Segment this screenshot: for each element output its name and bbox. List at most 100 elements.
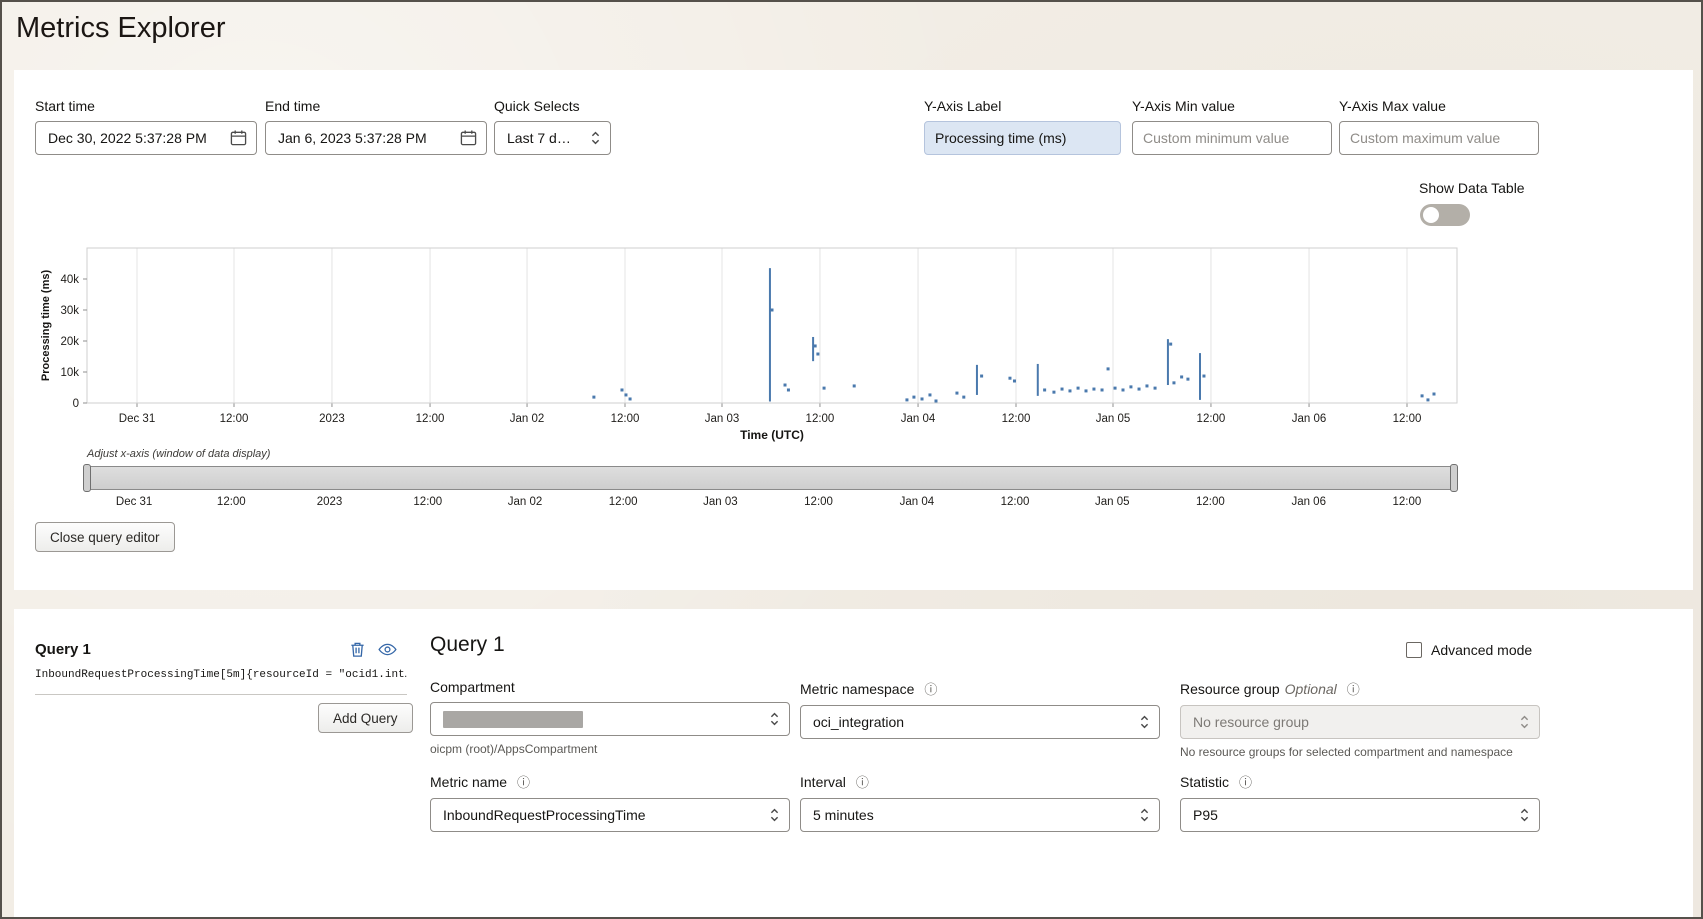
y-axis-label-input[interactable]	[924, 121, 1121, 155]
query-expression[interactable]: InboundRequestProcessingTime[5m]{resourc…	[35, 669, 407, 695]
trash-icon	[350, 642, 364, 657]
slider-tick-label: Jan 05	[1094, 496, 1130, 508]
slider-tick-label: 12:00	[804, 496, 833, 508]
svg-text:12:00: 12:00	[611, 413, 640, 425]
y-axis-max-field: Y-Axis Max value	[1339, 98, 1539, 155]
compartment-field: Compartment oicpm (root)/AppsCompartment	[430, 679, 790, 756]
eye-icon	[377, 643, 397, 655]
svg-text:0: 0	[73, 398, 79, 410]
svg-text:12:00: 12:00	[1197, 413, 1226, 425]
redacted-compartment-value	[443, 710, 583, 728]
slider-tick-label: 12:00	[1392, 496, 1422, 508]
page-title: Metrics Explorer	[16, 12, 226, 44]
info-icon[interactable]: ⓘ	[856, 772, 869, 791]
metric-name-select[interactable]: InboundRequestProcessingTime	[430, 798, 790, 832]
chevron-updown-icon	[769, 711, 780, 727]
delete-query-button[interactable]	[346, 639, 368, 659]
compartment-select[interactable]	[430, 702, 790, 736]
svg-text:12:00: 12:00	[1002, 413, 1031, 425]
metric-namespace-label: Metric namespace	[800, 681, 915, 697]
statistic-field: Statistic ⓘ P95	[1180, 772, 1540, 832]
view-query-button[interactable]	[376, 639, 398, 659]
y-axis-min-input[interactable]	[1132, 121, 1332, 155]
advanced-mode-control: Advanced mode	[1406, 642, 1532, 658]
quick-selects-label: Quick Selects	[494, 98, 580, 114]
svg-text:40k: 40k	[60, 274, 79, 286]
advanced-mode-label: Advanced mode	[1431, 642, 1533, 658]
query-list-title: Query 1	[35, 641, 91, 658]
interval-field: Interval ⓘ 5 minutes	[800, 772, 1160, 832]
svg-text:Jan 02: Jan 02	[510, 413, 545, 425]
chevron-updown-icon	[1139, 714, 1150, 730]
y-axis-label-label: Y-Axis Label	[924, 98, 1002, 114]
toggle-knob	[1423, 207, 1439, 223]
x-axis-title: Time (UTC)	[740, 428, 804, 442]
advanced-mode-checkbox[interactable]	[1406, 642, 1422, 658]
query-editor-panel: Query 1 InboundRequestProcessingTime[5m]…	[14, 609, 1693, 917]
statistic-label: Statistic	[1180, 774, 1230, 790]
metrics-explorer-page: Metrics Explorer Start time Dec 30, 2022…	[0, 0, 1703, 919]
chevron-updown-icon	[590, 130, 601, 146]
metric-name-field: Metric name ⓘ InboundRequestProcessingTi…	[430, 772, 790, 832]
x-axis-range-slider[interactable]	[83, 464, 1458, 492]
info-icon[interactable]: ⓘ	[1347, 679, 1360, 698]
end-time-label: End time	[265, 98, 321, 114]
svg-text:12:00: 12:00	[220, 413, 249, 425]
slider-left-handle[interactable]	[83, 464, 91, 492]
interval-select[interactable]: 5 minutes	[800, 798, 1160, 832]
info-icon[interactable]: ⓘ	[924, 679, 937, 698]
calendar-icon[interactable]	[230, 130, 247, 147]
chart-panel: Start time Dec 30, 2022 5:37:28 PM End t…	[14, 70, 1693, 590]
metrics-chart: Dec 31 12:00 2023 12:00 Jan 02 12:00 Jan 03 12:…	[40, 247, 1458, 425]
show-data-table-toggle[interactable]	[1420, 204, 1470, 226]
add-query-button[interactable]: Add Query	[318, 703, 413, 733]
y-axis-max-label: Y-Axis Max value	[1339, 98, 1446, 114]
calendar-icon[interactable]	[460, 130, 477, 147]
svg-text:Jan 06: Jan 06	[1292, 413, 1327, 425]
metric-namespace-select[interactable]: oci_integration	[800, 705, 1160, 739]
start-time-label: Start time	[35, 98, 95, 114]
compartment-label: Compartment	[430, 679, 515, 695]
y-axis-max-input[interactable]	[1339, 121, 1539, 155]
resource-group-label: Resource group	[1180, 681, 1280, 697]
show-data-table-label: Show Data Table	[1419, 180, 1525, 196]
resource-group-optional: Optional	[1284, 681, 1337, 697]
slider-tick-label: 12:00	[216, 496, 246, 508]
slider-tick-label: Dec 31	[115, 496, 153, 508]
slider-tick-labels: Dec 31 12:00 2023 12:00 Jan 02 12:00 Jan 03 12:…	[84, 496, 1457, 512]
svg-text:Dec 31: Dec 31	[119, 413, 155, 425]
slider-tick-label: 12:00	[608, 496, 638, 508]
slider-right-handle[interactable]	[1450, 464, 1458, 492]
close-query-editor-button[interactable]: Close query editor	[35, 522, 175, 552]
statistic-select[interactable]: P95	[1180, 798, 1540, 832]
slider-tick-label: 12:00	[1196, 496, 1225, 508]
svg-text:Jan 03: Jan 03	[705, 413, 740, 425]
interval-label: Interval	[800, 774, 846, 790]
resource-group-helper: No resource groups for selected compartm…	[1180, 745, 1513, 759]
svg-text:30k: 30k	[60, 305, 79, 317]
svg-text:Jan 05: Jan 05	[1096, 413, 1131, 425]
info-icon[interactable]: ⓘ	[1239, 772, 1252, 791]
slider-tick-label: 12:00	[1000, 496, 1030, 508]
start-time-input[interactable]: Dec 30, 2022 5:37:28 PM	[35, 121, 257, 155]
start-time-field: Start time Dec 30, 2022 5:37:28 PM	[35, 98, 257, 155]
end-time-field: End time Jan 6, 2023 5:37:28 PM	[265, 98, 487, 155]
chevron-updown-icon	[769, 807, 780, 823]
slider-tick-label: Jan 03	[703, 496, 738, 508]
resource-group-select[interactable]: No resource group	[1180, 705, 1540, 739]
svg-text:20k: 20k	[60, 336, 79, 348]
y-axis-min-field: Y-Axis Min value	[1132, 98, 1332, 155]
y-axis-min-label: Y-Axis Min value	[1132, 98, 1235, 114]
slider-tick-label: Jan 02	[507, 496, 543, 508]
compartment-helper: oicpm (root)/AppsCompartment	[430, 742, 598, 756]
metric-namespace-field: Metric namespace ⓘ oci_integration	[800, 679, 1160, 739]
quick-selects-field: Quick Selects Last 7 days	[494, 98, 611, 155]
end-time-input[interactable]: Jan 6, 2023 5:37:28 PM	[265, 121, 487, 155]
info-icon[interactable]: ⓘ	[517, 772, 530, 791]
chevron-updown-icon	[1519, 714, 1530, 730]
resource-group-field: Resource group Optional ⓘ No resource gr…	[1180, 679, 1540, 759]
svg-text:2023: 2023	[319, 413, 345, 425]
quick-selects-select[interactable]: Last 7 days	[494, 121, 611, 155]
query-editor-title: Query 1	[430, 633, 505, 656]
slider-tick-label: 12:00	[413, 496, 443, 508]
